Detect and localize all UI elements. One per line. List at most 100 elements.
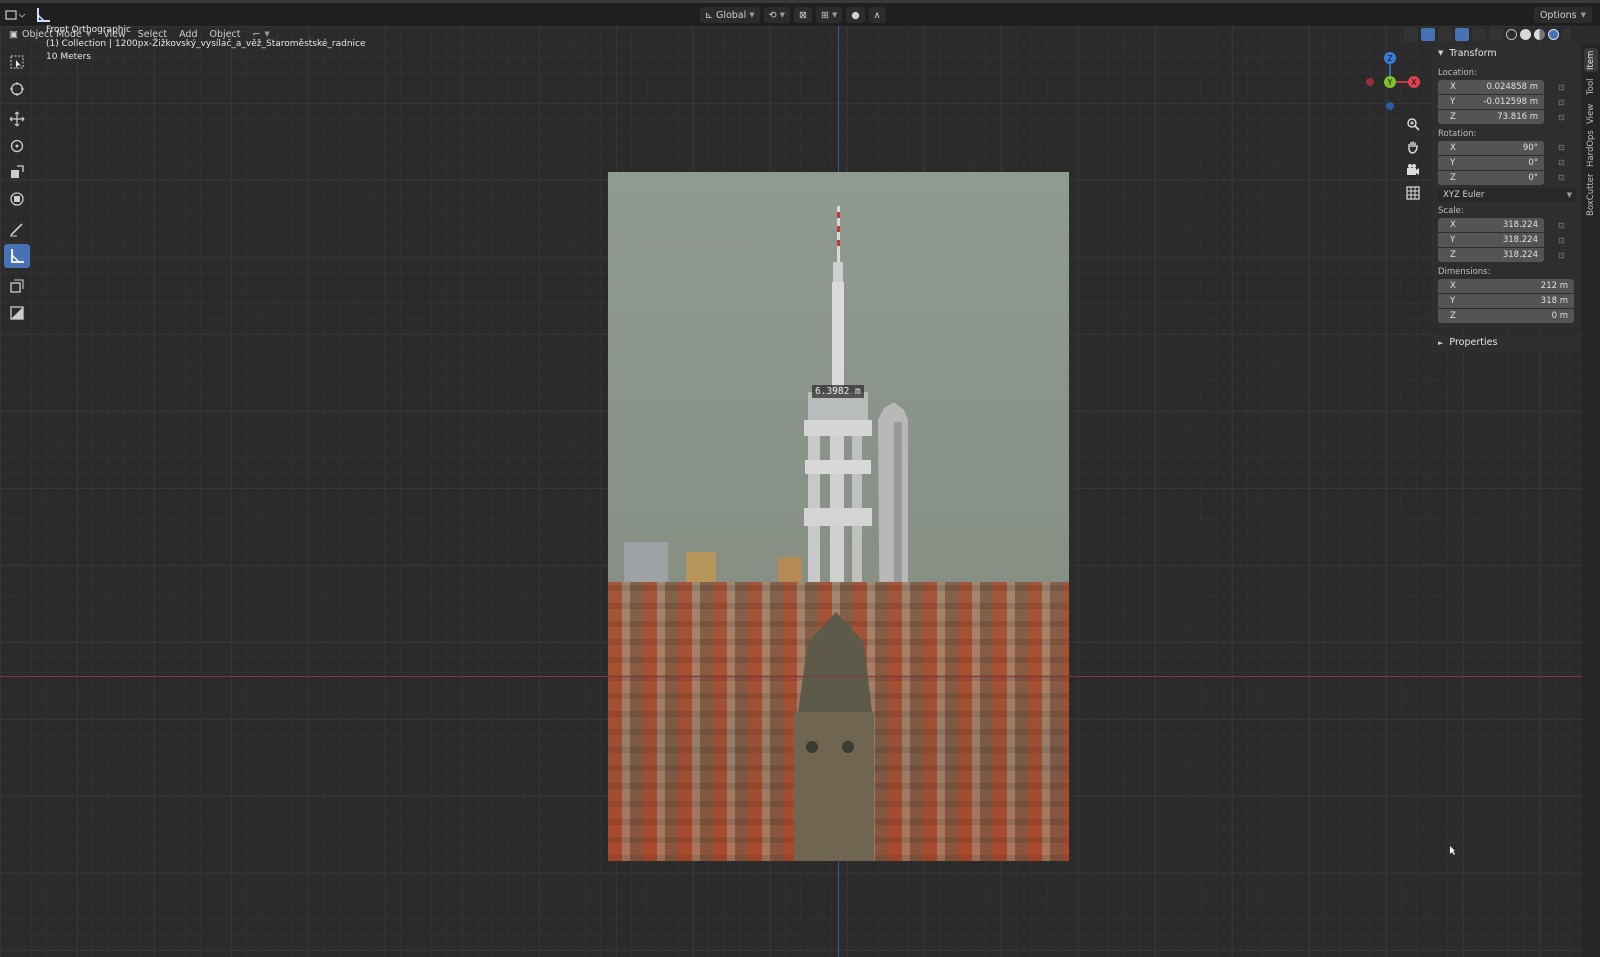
expand-triangle-icon: ▼ — [1438, 49, 1444, 57]
pivot-icon: ⟲ — [768, 9, 777, 21]
x-axis-line — [0, 676, 1582, 677]
gizmo-toggle-icon[interactable] — [1421, 27, 1435, 41]
pan-hand-icon[interactable] — [1403, 137, 1423, 157]
add-cube-tool[interactable] — [4, 274, 30, 298]
top-header-bar: ⊾ Global ▼ ⟲ ▼ ⊠ ⊞ ▼ ● ∧ Options ▼ — [0, 0, 1600, 26]
navigation-gizmo[interactable]: Z X Y — [1360, 48, 1420, 112]
lock-icon[interactable]: ⊡ — [1558, 83, 1572, 92]
annotate-tool[interactable] — [4, 217, 30, 241]
overlay-toggle-icon[interactable] — [1455, 27, 1469, 41]
image-old-town-tower — [794, 612, 874, 861]
dimensions-z-field[interactable]: Z0 m — [1438, 308, 1574, 323]
object-mode-icon: ▣ — [9, 28, 18, 40]
tab-boxcutter[interactable]: BoxCutter — [1584, 172, 1598, 218]
chevron-down-icon: ▼ — [1566, 191, 1572, 199]
properties-panel-header[interactable]: ► Properties — [1432, 333, 1580, 352]
properties-title: Properties — [1449, 337, 1498, 348]
scale-y-field[interactable]: Y 318.224 — [1438, 233, 1544, 248]
measure-label: 6.3982 m — [812, 385, 864, 398]
gizmo-z-negative[interactable] — [1386, 102, 1394, 110]
cursor-tool[interactable] — [4, 77, 30, 101]
dimensions-y-field[interactable]: Y 318 m — [1438, 293, 1574, 308]
falloff-icon: ∧ — [873, 9, 881, 21]
tab-tool[interactable]: Tool — [1584, 76, 1598, 98]
chevron-down-icon: ▼ — [749, 11, 755, 19]
orientation-dropdown[interactable]: ⊾ Global ▼ — [700, 7, 760, 23]
lock-icon[interactable]: ⊡ — [1558, 98, 1572, 107]
lock-icon[interactable]: ⊡ — [1558, 113, 1572, 122]
viewport-right-header — [1404, 26, 1570, 42]
overlay-dropdown-icon[interactable] — [1472, 27, 1486, 41]
snap-dropdown[interactable]: ⊞ ▼ — [816, 7, 843, 23]
snap-icon: ⊠ — [799, 9, 807, 21]
shading-dropdown-icon[interactable] — [1562, 27, 1570, 41]
visibility-icon[interactable] — [1404, 27, 1418, 41]
lock-icon[interactable]: ⊡ — [1558, 143, 1572, 152]
material-shading-icon[interactable] — [1534, 28, 1545, 40]
transform-title: Transform — [1449, 47, 1497, 59]
camera-view-icon[interactable] — [1403, 160, 1423, 180]
scale-tool[interactable] — [4, 160, 30, 184]
rotation-y-row: Y 0° ⊡ — [1438, 155, 1574, 171]
rotation-y-field[interactable]: Y 0° — [1438, 155, 1544, 170]
tab-item[interactable]: Item — [1584, 48, 1598, 72]
rotation-x-row: X 90° ⊡ — [1438, 140, 1574, 156]
lock-icon[interactable]: ⊡ — [1558, 221, 1572, 230]
dimensions-z-row: Z0 m — [1438, 308, 1574, 324]
mouse-cursor-icon — [1450, 846, 1455, 855]
select-box-tool[interactable] — [4, 50, 30, 74]
snap-toggle[interactable]: ⊠ — [794, 7, 812, 23]
lock-icon[interactable]: ⊡ — [1558, 158, 1572, 167]
measure-tool[interactable] — [4, 243, 30, 268]
location-x-field[interactable]: X 0.024858 m — [1438, 80, 1544, 95]
measure-tool-header-icon[interactable] — [34, 6, 52, 24]
sidebar-n-panel: ▼ Transform Location: X 0.024858 m ⊡ Y -0.… — [1432, 44, 1580, 356]
lock-icon[interactable]: ⊡ — [1558, 236, 1572, 245]
scale-x-field[interactable]: X 318.224 — [1438, 218, 1544, 233]
select-box-icon — [10, 55, 24, 69]
rotation-label: Rotation: — [1438, 128, 1477, 139]
rotate-tool[interactable] — [4, 134, 30, 158]
options-dropdown[interactable]: Options ▼ — [1533, 7, 1592, 23]
collapse-triangle-icon: ► — [1438, 338, 1444, 347]
editor-type-button[interactable] — [4, 7, 26, 23]
rendered-shading-icon[interactable] — [1548, 28, 1559, 40]
lock-icon[interactable]: ⊡ — [1558, 251, 1572, 260]
rotation-z-field[interactable]: Z 0° — [1438, 170, 1544, 185]
scale-y-row: Y 318.224 ⊡ — [1438, 233, 1574, 248]
annotate-icon — [10, 223, 23, 237]
gizmo-dropdown-icon[interactable] — [1438, 27, 1452, 41]
add-cube-icon — [10, 279, 24, 293]
measure-icon — [11, 248, 24, 263]
collection-info: (1) Collection | 1200px-Žižkovský_vysíla… — [46, 38, 366, 49]
transform-tool[interactable] — [4, 187, 30, 211]
proportional-edit-icon: ● — [851, 9, 860, 21]
tab-hardops[interactable]: HardOps — [1584, 130, 1598, 168]
lock-icon[interactable]: ⊡ — [1558, 173, 1572, 182]
location-z-row: Z 73.816 m ⊡ — [1438, 110, 1574, 125]
tab-view[interactable]: View — [1584, 102, 1598, 126]
gizmo-x-negative[interactable] — [1366, 78, 1374, 86]
zoom-icon[interactable] — [1403, 114, 1423, 134]
scale-z-field[interactable]: Z 318.224 — [1438, 248, 1544, 263]
move-tool[interactable] — [4, 107, 30, 131]
perspective-toggle-icon[interactable] — [1403, 183, 1423, 203]
solid-shading-icon[interactable] — [1520, 28, 1531, 40]
falloff-dropdown[interactable]: ∧ — [868, 7, 886, 23]
tool-shelf — [4, 50, 30, 327]
rotation-x-field[interactable]: X 90° — [1438, 140, 1544, 155]
wireframe-shading-icon[interactable] — [1506, 28, 1517, 40]
boxcutter-tool[interactable] — [4, 301, 30, 325]
location-z-field[interactable]: Z 73.816 m — [1438, 110, 1544, 125]
pivot-dropdown[interactable]: ⟲ ▼ — [763, 7, 791, 23]
dimensions-y-row: Y 318 m — [1438, 293, 1574, 309]
reference-image-plane[interactable] — [608, 172, 1069, 861]
view-name: Front Orthographic — [46, 25, 131, 35]
dimensions-x-field[interactable]: X 212 m — [1438, 278, 1574, 293]
rotation-mode-dropdown[interactable]: XYZ Euler ▼ — [1438, 188, 1576, 202]
location-y-field[interactable]: Y -0.012598 m — [1438, 95, 1544, 110]
transform-panel-header[interactable]: ▼ Transform — [1432, 44, 1580, 62]
rotate-icon — [10, 139, 24, 152]
xray-toggle-icon[interactable] — [1489, 27, 1503, 41]
proportional-edit-toggle[interactable]: ● — [846, 7, 865, 23]
